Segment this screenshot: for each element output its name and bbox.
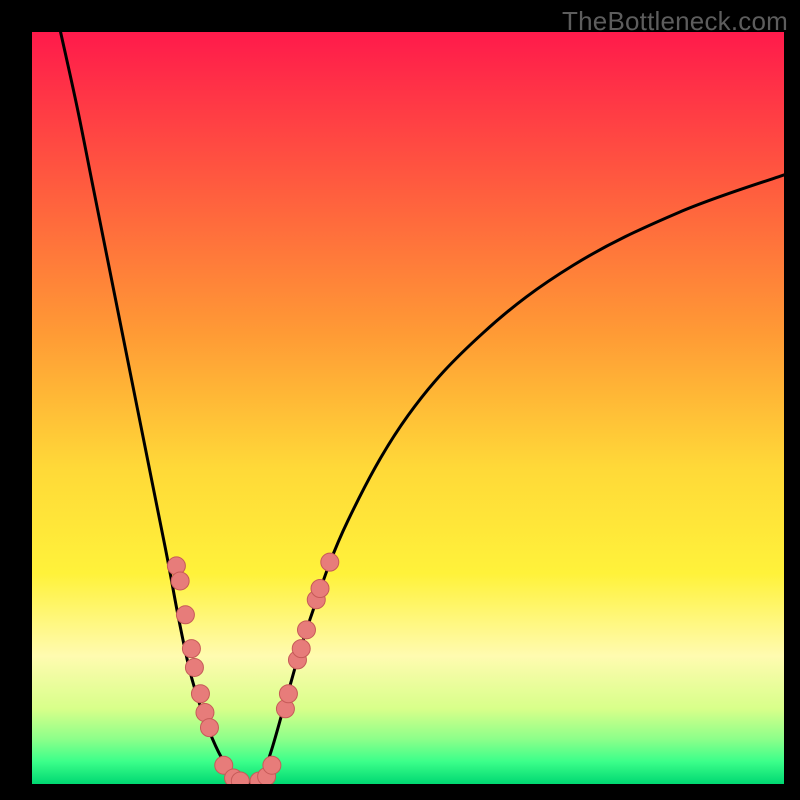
scatter-point bbox=[191, 685, 209, 703]
scatter-point bbox=[279, 685, 297, 703]
bottleneck-curve-path bbox=[61, 32, 784, 783]
scatter-point bbox=[263, 756, 281, 774]
scatter-point bbox=[292, 640, 310, 658]
scatter-markers bbox=[167, 553, 338, 784]
curve-layer bbox=[32, 32, 784, 784]
scatter-point bbox=[297, 621, 315, 639]
scatter-point bbox=[311, 579, 329, 597]
scatter-point bbox=[182, 640, 200, 658]
plot-area bbox=[32, 32, 784, 784]
scatter-point bbox=[171, 572, 189, 590]
watermark-text: TheBottleneck.com bbox=[562, 6, 788, 37]
scatter-point bbox=[200, 719, 218, 737]
chart-frame: TheBottleneck.com bbox=[0, 0, 800, 800]
scatter-point bbox=[176, 606, 194, 624]
bottleneck-curve bbox=[61, 32, 784, 783]
scatter-point bbox=[321, 553, 339, 571]
scatter-point bbox=[185, 658, 203, 676]
